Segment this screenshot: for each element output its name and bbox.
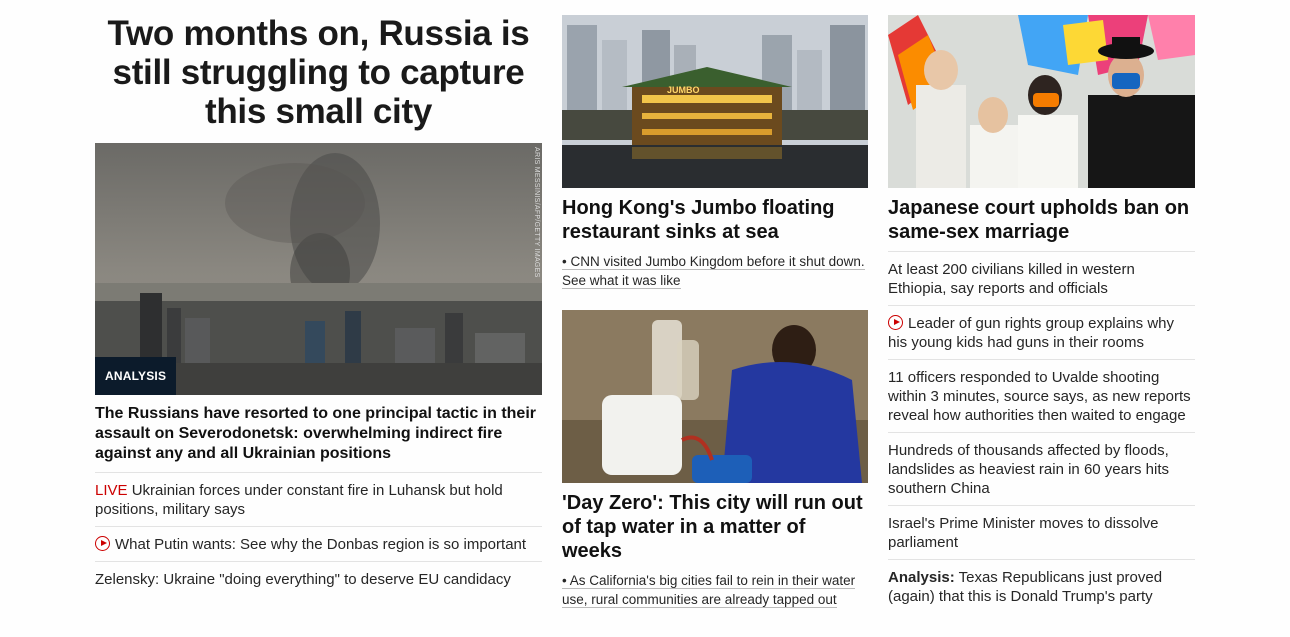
list-item[interactable]: Israel's Prime Minister moves to dissolv… <box>888 505 1195 559</box>
live-label: LIVE <box>95 482 128 499</box>
link-text[interactable]: At least 200 civilians killed in western… <box>888 261 1135 297</box>
list-item[interactable]: Leader of gun rights group explains why … <box>888 305 1195 359</box>
list-item[interactable]: What Putin wants: See why the Donbas reg… <box>95 526 542 561</box>
list-item[interactable]: At least 200 civilians killed in western… <box>888 251 1195 305</box>
link-text[interactable]: Hundreds of thousands affected by floods… <box>888 442 1169 497</box>
play-icon <box>95 536 110 551</box>
link-text[interactable]: Leader of gun rights group explains why … <box>888 315 1174 351</box>
list-item[interactable]: 11 officers responded to Uvalde shooting… <box>888 359 1195 432</box>
photo-credit: ARIS MESSINIS/AFP/GETTY IMAGES <box>533 147 540 278</box>
headline-list: At least 200 civilians killed in western… <box>888 251 1195 613</box>
analysis-badge: ANALYSIS <box>95 357 177 395</box>
main-headline[interactable]: Two months on, Russia is still strugglin… <box>95 14 542 131</box>
related-links: LIVE Ukrainian forces under constant fir… <box>95 472 542 596</box>
play-icon <box>888 315 903 330</box>
link-text[interactable]: Israel's Prime Minister moves to dissolv… <box>888 515 1158 551</box>
japan-card-title[interactable]: Japanese court upholds ban on same-sex m… <box>888 196 1195 244</box>
day-zero-image[interactable] <box>562 310 868 483</box>
list-item[interactable]: Analysis: Texas Republicans just proved … <box>888 559 1195 613</box>
day-zero-card-title[interactable]: 'Day Zero': This city will run out of ta… <box>562 491 868 563</box>
severodonetsk-image[interactable]: ANALYSIS ARIS MESSINIS/AFP/GETTY IMAGES <box>95 143 542 395</box>
jumbo-sign: JUMBO <box>667 85 700 95</box>
list-item[interactable]: LIVE Ukrainian forces under constant fir… <box>95 472 542 526</box>
jumbo-card-title[interactable]: Hong Kong's Jumbo floating restaurant si… <box>562 196 868 244</box>
jumbo-restaurant-image[interactable]: JUMBO <box>562 15 868 188</box>
jumbo-sub-link[interactable]: • CNN visited Jumbo Kingdom before it sh… <box>562 252 868 290</box>
day-zero-sub-link[interactable]: • As California's big cities fail to rei… <box>562 571 868 609</box>
middle-column: JUMBO Hong Kong's Jumbo floating restaur… <box>562 0 868 609</box>
link-text[interactable]: What Putin wants: See why the Donbas reg… <box>115 536 526 553</box>
link-text[interactable]: 11 officers responded to Uvalde shooting… <box>888 369 1191 424</box>
lead-summary[interactable]: The Russians have resorted to one princi… <box>95 404 542 464</box>
link-text[interactable]: Zelensky: Ukraine "doing everything" to … <box>95 571 511 588</box>
link-text[interactable]: Ukrainian forces under constant fire in … <box>95 482 503 518</box>
right-column: Japanese court upholds ban on same-sex m… <box>888 0 1195 613</box>
japan-court-image[interactable] <box>888 15 1195 188</box>
list-item[interactable]: Hundreds of thousands affected by floods… <box>888 432 1195 505</box>
left-column: Two months on, Russia is still strugglin… <box>95 0 542 596</box>
list-item[interactable]: Zelensky: Ukraine "doing everything" to … <box>95 561 542 596</box>
analysis-label: Analysis: <box>888 569 955 586</box>
